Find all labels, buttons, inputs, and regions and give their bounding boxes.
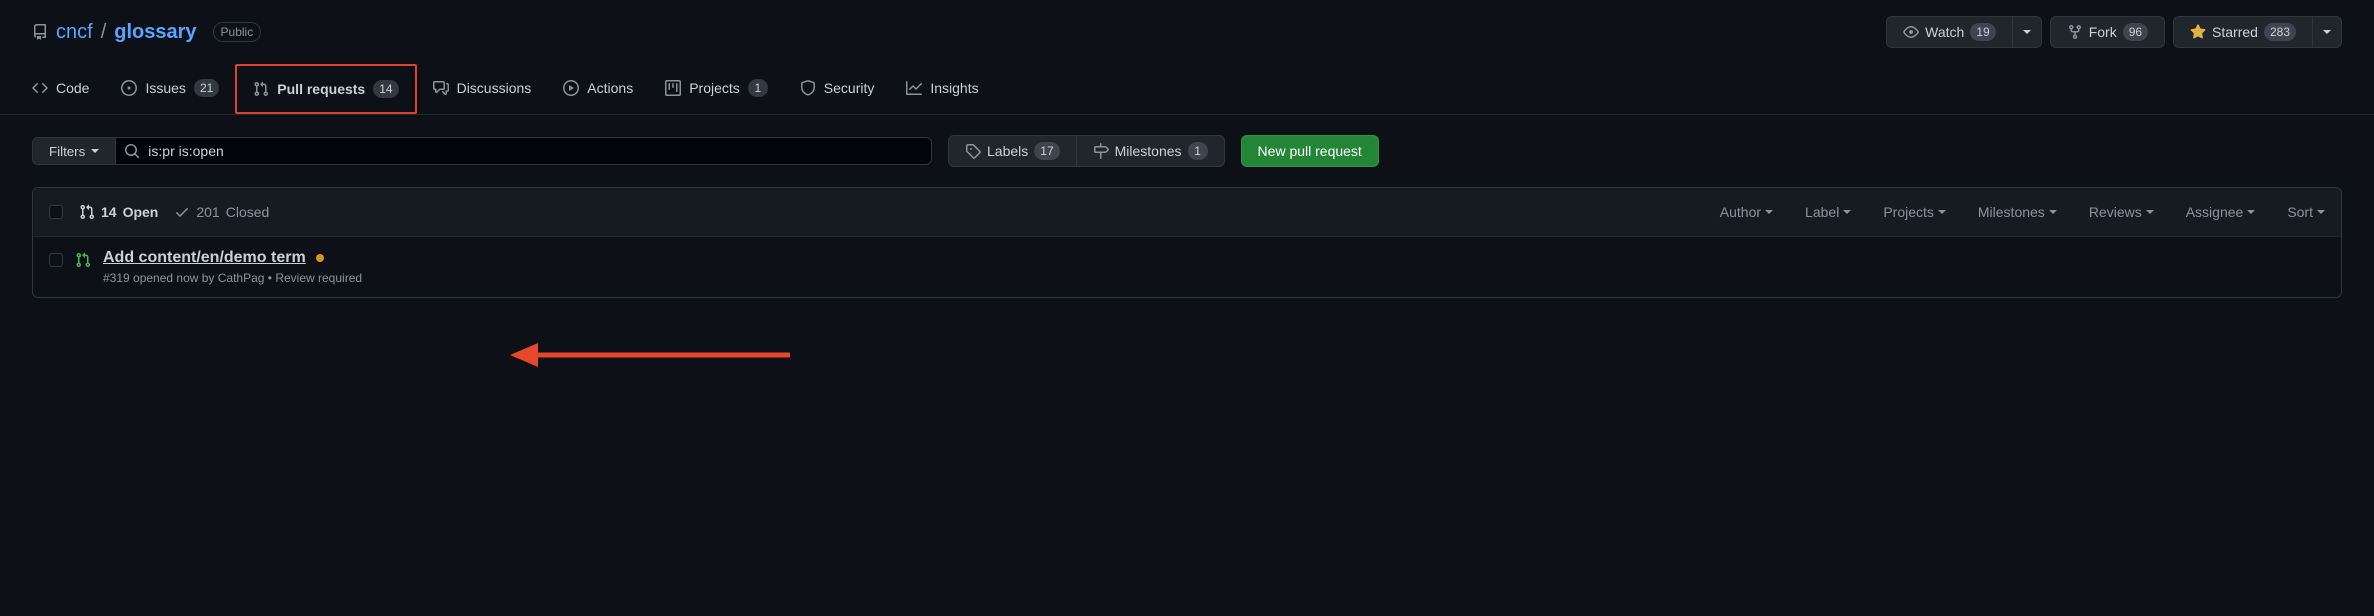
pr-meta: #319 opened now by CathPag • Review requ… — [103, 271, 362, 285]
tab-pulls-label: Pull requests — [277, 74, 365, 104]
projects-filter[interactable]: Projects — [1883, 204, 1946, 220]
star-count: 283 — [2264, 23, 2296, 41]
caret-down-icon — [1843, 210, 1851, 214]
star-dropdown[interactable] — [2313, 16, 2342, 48]
repo-link[interactable]: glossary — [114, 21, 196, 44]
tab-discussions-label: Discussions — [457, 73, 532, 103]
tab-code-label: Code — [56, 73, 89, 103]
caret-down-icon — [91, 149, 99, 153]
reviews-filter[interactable]: Reviews — [2089, 204, 2154, 220]
new-pr-label: New pull request — [1258, 141, 1362, 161]
watch-count: 19 — [1970, 23, 1995, 41]
discussion-icon — [433, 80, 449, 96]
watch-button[interactable]: Watch 19 — [1886, 16, 2013, 48]
search-input[interactable] — [116, 137, 932, 165]
open-label: Open — [123, 204, 159, 220]
closed-label: Closed — [226, 204, 270, 220]
fork-label: Fork — [2089, 22, 2117, 42]
pr-row[interactable]: Add content/en/demo term #319 opened now… — [33, 237, 2341, 297]
tab-insights-label: Insights — [930, 73, 978, 103]
milestones-button[interactable]: Milestones 1 — [1077, 135, 1225, 167]
visibility-badge: Public — [213, 22, 262, 42]
owner-link[interactable]: cncf — [56, 21, 93, 44]
caret-down-icon — [1938, 210, 1946, 214]
milestone-icon — [1093, 143, 1109, 159]
fork-icon — [2067, 24, 2083, 40]
tab-projects-label: Projects — [689, 73, 740, 103]
milestones-label: Milestones — [1115, 141, 1182, 161]
fork-count: 96 — [2123, 23, 2148, 41]
shield-icon — [800, 80, 816, 96]
tab-discussions[interactable]: Discussions — [417, 64, 548, 114]
new-pull-request-button[interactable]: New pull request — [1241, 135, 1379, 167]
caret-down-icon — [2146, 210, 2154, 214]
caret-down-icon — [2247, 210, 2255, 214]
issue-icon — [121, 80, 137, 96]
tab-security[interactable]: Security — [784, 64, 891, 114]
tab-actions[interactable]: Actions — [547, 64, 649, 114]
milestones-count: 1 — [1188, 142, 1208, 160]
assignee-filter[interactable]: Assignee — [2186, 204, 2256, 220]
caret-down-icon — [2323, 30, 2331, 34]
label-filter[interactable]: Label — [1805, 204, 1851, 220]
open-count: 14 — [101, 204, 117, 220]
graph-icon — [906, 80, 922, 96]
caret-down-icon — [1765, 210, 1773, 214]
tab-issues-label: Issues — [145, 73, 185, 103]
search-icon — [124, 143, 140, 159]
tab-code[interactable]: Code — [16, 64, 105, 114]
closed-state-filter[interactable]: 201 Closed — [174, 204, 269, 220]
labels-count: 17 — [1034, 142, 1059, 160]
open-state-filter[interactable]: 14 Open — [79, 204, 158, 220]
pr-icon — [253, 81, 269, 97]
star-label: Starred — [2212, 22, 2258, 42]
tab-insights[interactable]: Insights — [890, 64, 994, 114]
project-icon — [665, 80, 681, 96]
play-icon — [563, 80, 579, 96]
watch-dropdown[interactable] — [2013, 16, 2042, 48]
labels-button[interactable]: Labels 17 — [948, 135, 1077, 167]
tab-issues[interactable]: Issues 21 — [105, 64, 235, 114]
watch-label: Watch — [1925, 22, 1964, 42]
select-pr-checkbox[interactable] — [49, 253, 63, 267]
code-icon — [32, 80, 48, 96]
breadcrumb-separator: / — [101, 21, 107, 44]
milestones-filter[interactable]: Milestones — [1978, 204, 2057, 220]
watch-button-group[interactable]: Watch 19 — [1886, 16, 2042, 48]
tab-actions-label: Actions — [587, 73, 633, 103]
author-filter[interactable]: Author — [1720, 204, 1773, 220]
star-button-group[interactable]: Starred 283 — [2173, 16, 2342, 48]
tag-icon — [965, 143, 981, 159]
tab-issues-count: 21 — [194, 79, 219, 97]
labels-label: Labels — [987, 141, 1028, 161]
pr-icon — [79, 204, 95, 220]
star-icon — [2190, 24, 2206, 40]
tab-projects[interactable]: Projects 1 — [649, 64, 784, 114]
tab-pulls-count: 14 — [373, 80, 398, 98]
tab-projects-count: 1 — [748, 79, 768, 97]
fork-button[interactable]: Fork 96 — [2050, 16, 2165, 48]
tab-security-label: Security — [824, 73, 875, 103]
filters-label: Filters — [49, 144, 85, 159]
pr-open-icon — [75, 252, 91, 285]
annotation-arrow — [510, 335, 790, 375]
pr-title-link[interactable]: Add content/en/demo term — [103, 249, 306, 266]
caret-down-icon — [2049, 210, 2057, 214]
caret-down-icon — [2023, 30, 2031, 34]
tab-pulls[interactable]: Pull requests 14 — [235, 64, 416, 114]
star-button[interactable]: Starred 283 — [2173, 16, 2313, 48]
select-all-checkbox[interactable] — [49, 205, 63, 219]
caret-down-icon — [2317, 210, 2325, 214]
repo-icon — [32, 24, 48, 40]
status-pending-icon — [316, 254, 324, 262]
eye-icon — [1903, 24, 1919, 40]
check-icon — [174, 204, 190, 220]
sort-filter[interactable]: Sort — [2287, 204, 2325, 220]
breadcrumb: cncf / glossary Public — [32, 21, 261, 44]
closed-count: 201 — [196, 204, 219, 220]
filters-button[interactable]: Filters — [32, 137, 116, 165]
